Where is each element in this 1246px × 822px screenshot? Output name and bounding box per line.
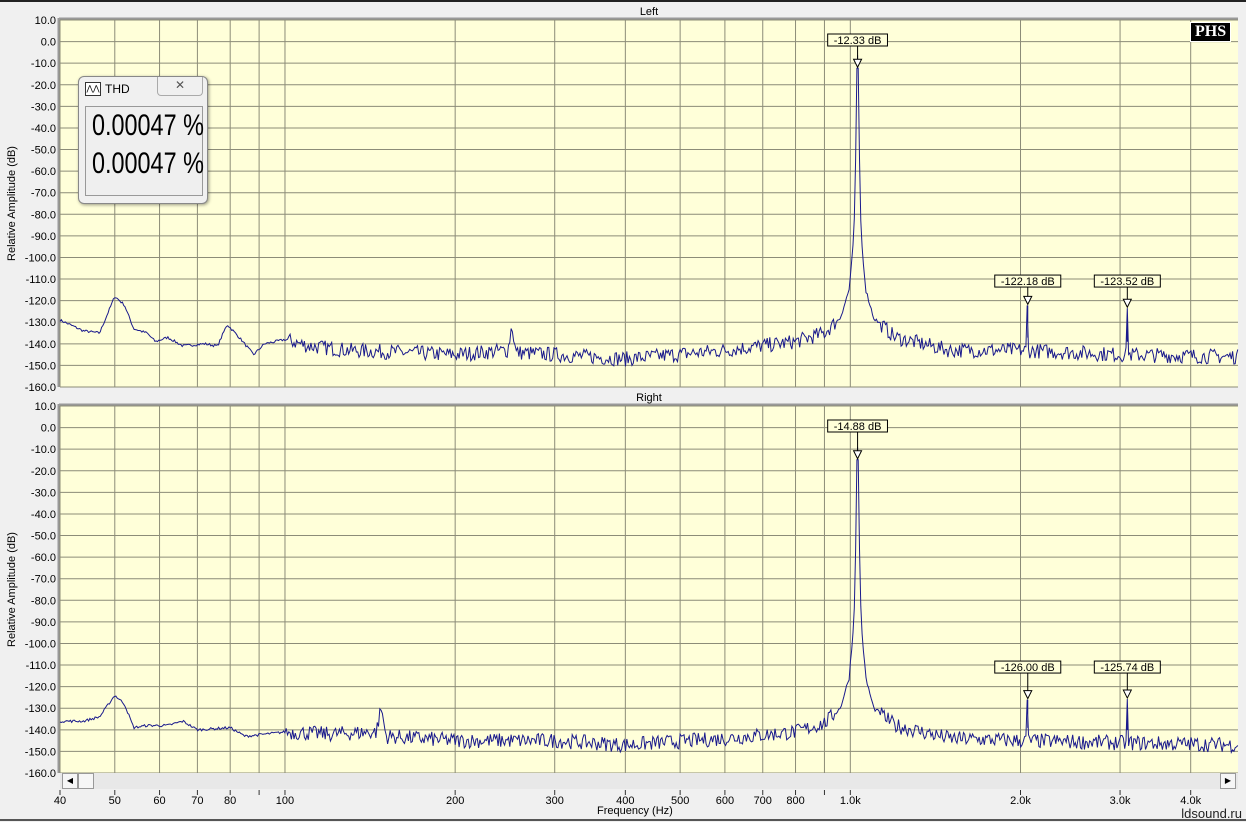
x-tick-label: 3.0k: [1110, 795, 1131, 807]
y-tick-label: -30.0: [31, 487, 56, 499]
marker-label: -14.88 dB: [834, 421, 882, 433]
plot-area: [60, 20, 1238, 387]
y-tick-label: -50.0: [31, 145, 56, 157]
scroll-thumb[interactable]: [78, 773, 94, 789]
waveform-icon: ⋀⋀: [85, 82, 101, 96]
panel-title: Left: [640, 6, 658, 18]
x-tick-label: 300: [546, 795, 564, 807]
thd-left-value: 0.00047 %: [92, 109, 204, 142]
x-tick-label: 2.0k: [1010, 795, 1031, 807]
y-tick-label: -130.0: [25, 317, 56, 329]
y-tick-label: -90.0: [31, 231, 56, 243]
x-tick-label: 500: [671, 795, 689, 807]
x-tick-label: 100: [276, 795, 294, 807]
y-tick-label: -160.0: [25, 382, 56, 394]
y-tick-label: -150.0: [25, 746, 56, 758]
y-tick-label: -60.0: [31, 552, 56, 564]
x-tick-label: 80: [224, 795, 236, 807]
y-tick-label: -120.0: [25, 296, 56, 308]
y-tick-label: -70.0: [31, 188, 56, 200]
x-tick-label: 60: [153, 795, 165, 807]
marker-label: -122.18 dB: [1001, 276, 1055, 288]
x-tick-label: 600: [716, 795, 734, 807]
y-tick-label: 10.0: [35, 401, 56, 413]
y-tick-label: -20.0: [31, 80, 56, 92]
y-tick-label: -110.0: [26, 274, 56, 286]
marker-label: -126.00 dB: [1001, 662, 1055, 674]
marker-label: -125.74 dB: [1100, 662, 1154, 674]
x-tick-label: 200: [446, 795, 464, 807]
scroll-left-button[interactable]: ◀: [62, 773, 78, 789]
phs-logo: PHS: [1190, 22, 1232, 42]
watermark: ldsound.ru: [1181, 806, 1242, 821]
marker-label: -12.33 dB: [834, 35, 882, 47]
y-tick-label: -10.0: [31, 58, 56, 70]
y-tick-label: 0.0: [41, 423, 56, 435]
thd-right-value: 0.00047 %: [92, 147, 204, 180]
y-tick-label: -60.0: [31, 166, 56, 178]
y-tick-label: -40.0: [31, 123, 56, 135]
y-tick-label: -70.0: [31, 574, 56, 586]
thd-values: 0.00047 % 0.00047 %: [85, 106, 204, 196]
y-tick-label: -140.0: [25, 725, 56, 737]
y-tick-label: -150.0: [25, 360, 56, 372]
x-tick-label: 800: [786, 795, 804, 807]
plot-area: [60, 406, 1238, 773]
y-tick-label: -50.0: [31, 531, 56, 543]
y-tick-label: -30.0: [31, 101, 56, 113]
y-tick-label: -20.0: [31, 466, 56, 478]
x-tick-label: 50: [109, 795, 121, 807]
x-tick-label: 40: [54, 795, 66, 807]
y-tick-label: -110.0: [26, 660, 56, 672]
y-tick-label: -40.0: [31, 509, 56, 521]
y-axis-label: Relative Amplitude (dB): [6, 532, 18, 647]
x-tick-label: 70: [191, 795, 203, 807]
x-tick-label: 700: [754, 795, 772, 807]
y-axis-label: Relative Amplitude (dB): [6, 146, 18, 261]
y-tick-label: 0.0: [41, 37, 56, 49]
horizontal-scrollbar[interactable]: ◀ ▶: [60, 773, 1238, 789]
scroll-right-button[interactable]: ▶: [1220, 773, 1236, 789]
y-tick-label: 10.0: [35, 15, 56, 27]
panel-title: Right: [636, 392, 662, 404]
y-tick-label: -10.0: [31, 444, 56, 456]
y-tick-label: -140.0: [25, 339, 56, 351]
x-tick-label: 1.0k: [840, 795, 861, 807]
x-axis-label: Frequency (Hz): [597, 805, 673, 817]
y-tick-label: -120.0: [25, 682, 56, 694]
y-tick-label: -80.0: [31, 595, 56, 607]
y-tick-label: -100.0: [25, 638, 56, 650]
y-tick-label: -130.0: [25, 703, 56, 715]
y-tick-label: -160.0: [25, 768, 56, 780]
thd-meter-window[interactable]: ⋀⋀ THD ✕ 0.00047 % 0.00047 %: [78, 76, 208, 204]
y-tick-label: -80.0: [31, 209, 56, 221]
close-button[interactable]: ✕: [157, 77, 203, 96]
y-tick-label: -100.0: [25, 252, 56, 264]
thd-title: THD: [105, 82, 130, 96]
marker-label: -123.52 dB: [1100, 276, 1154, 288]
y-tick-label: -90.0: [31, 617, 56, 629]
